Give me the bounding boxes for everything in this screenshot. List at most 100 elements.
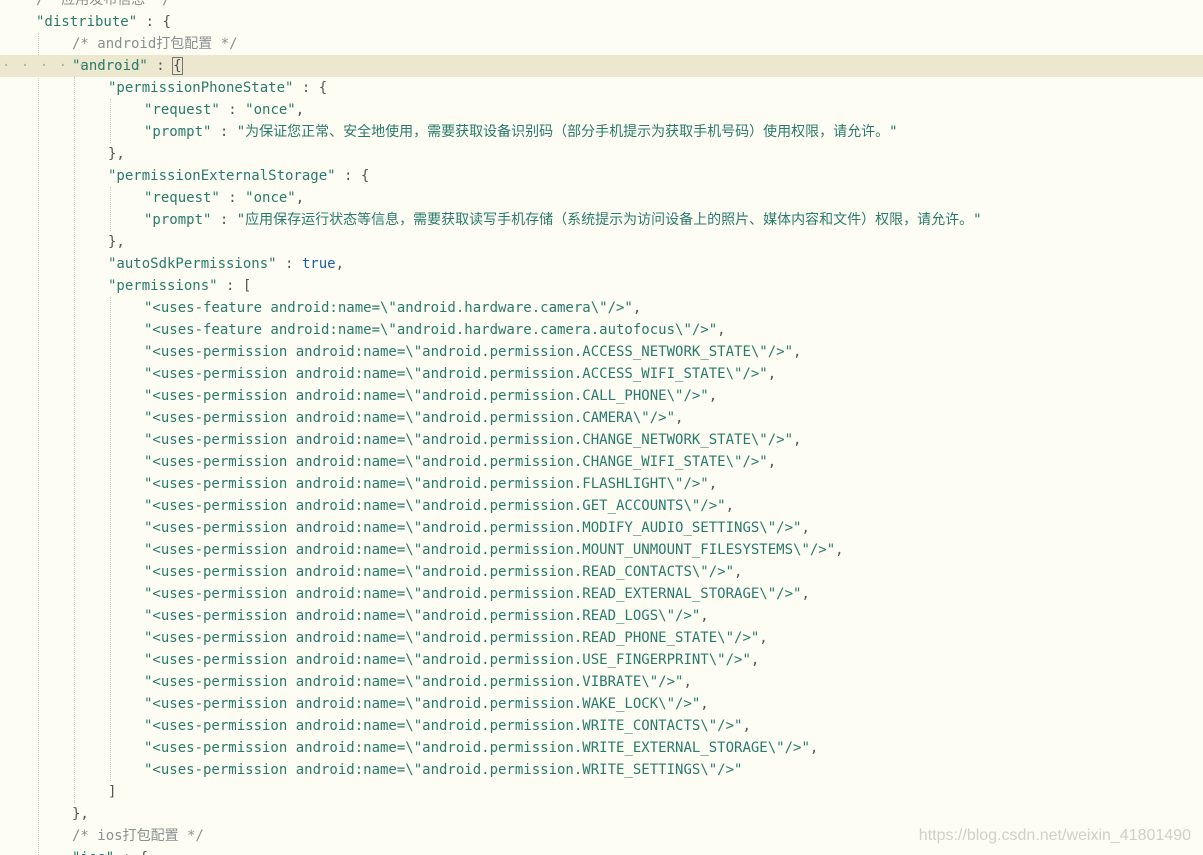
code-line[interactable]: "<uses-permission android:name=\"android…: [0, 473, 1203, 495]
code-punctuation: ,: [734, 564, 743, 580]
line-content: "permissionPhoneState" : {: [108, 77, 327, 99]
code-string: "<uses-permission android:name=\"android…: [144, 498, 726, 514]
line-content: "prompt" : "为保证您正常、安全地使用，需要获取设备识别码（部分手机提…: [144, 121, 898, 143]
code-punctuation: ,: [717, 322, 726, 338]
code-punctuation: },: [108, 146, 125, 162]
line-content: "<uses-permission android:name=\"android…: [144, 671, 692, 693]
line-content: "<uses-feature android:name=\"android.ha…: [144, 319, 726, 341]
code-line[interactable]: "ios" : {: [0, 847, 1203, 855]
code-line[interactable]: "<uses-permission android:name=\"android…: [0, 517, 1203, 539]
line-content: "<uses-feature android:name=\"android.ha…: [144, 297, 641, 319]
code-punctuation: ,: [793, 432, 802, 448]
code-punctuation: : {: [137, 14, 171, 30]
code-punctuation: :: [219, 102, 246, 118]
line-content: /* ios打包配置 */: [72, 825, 204, 847]
code-line[interactable]: "permissions" : [: [0, 275, 1203, 297]
code-punctuation: ,: [767, 366, 777, 382]
line-content: "<uses-permission android:name=\"android…: [144, 429, 801, 451]
code-line[interactable]: "request" : "once",: [0, 99, 1203, 121]
code-line[interactable]: "<uses-permission android:name=\"android…: [0, 407, 1203, 429]
code-line[interactable]: ]: [0, 781, 1203, 803]
code-punctuation: ,: [708, 388, 718, 404]
code-boolean: true: [301, 256, 336, 272]
code-line[interactable]: "<uses-permission android:name=\"android…: [0, 715, 1203, 737]
code-line[interactable]: · · · · · · · · "android" : {: [0, 55, 1203, 77]
code-punctuation: : {: [114, 850, 148, 855]
line-content: "<uses-permission android:name=\"android…: [144, 495, 734, 517]
code-string: "<uses-permission android:name=\"android…: [144, 520, 802, 536]
code-string: "<uses-permission android:name=\"android…: [144, 454, 768, 470]
line-content: "ios" : {: [72, 847, 148, 855]
code-line[interactable]: "<uses-permission android:name=\"android…: [0, 561, 1203, 583]
code-line[interactable]: "<uses-permission android:name=\"android…: [0, 341, 1203, 363]
code-string: "<uses-permission android:name=\"android…: [144, 476, 709, 492]
code-key: "request": [144, 102, 220, 118]
code-string: "<uses-feature android:name=\"android.ha…: [144, 322, 718, 338]
code-string: "<uses-permission android:name=\"android…: [144, 564, 735, 580]
code-line[interactable]: "autoSdkPermissions" : true,: [0, 253, 1203, 275]
code-string: "<uses-permission android:name=\"android…: [144, 630, 760, 646]
code-line[interactable]: "prompt" : "应用保存运行状态等信息，需要获取读写手机存储（系统提示为…: [0, 209, 1203, 231]
code-line[interactable]: "<uses-permission android:name=\"android…: [0, 583, 1203, 605]
line-content: "<uses-permission android:name=\"android…: [144, 627, 768, 649]
code-punctuation: ,: [742, 718, 751, 734]
code-line[interactable]: "prompt" : "为保证您正常、安全地使用，需要获取设备识别码（部分手机提…: [0, 121, 1203, 143]
code-string: "<uses-permission android:name=\"android…: [144, 586, 802, 602]
code-punctuation: :: [276, 256, 302, 272]
code-line[interactable]: "<uses-permission android:name=\"android…: [0, 759, 1203, 781]
code-punctuation: },: [108, 234, 125, 250]
line-content: "distribute" : {: [36, 11, 171, 33]
code-line[interactable]: "<uses-permission android:name=\"android…: [0, 429, 1203, 451]
line-content: "<uses-permission android:name=\"android…: [144, 385, 717, 407]
line-content: "android" : {: [72, 55, 183, 77]
code-line[interactable]: "<uses-permission android:name=\"android…: [0, 627, 1203, 649]
line-content: "<uses-permission android:name=\"android…: [144, 561, 742, 583]
code-line[interactable]: "distribute" : {: [0, 11, 1203, 33]
code-line[interactable]: },: [0, 231, 1203, 253]
code-punctuation: ,: [675, 410, 684, 426]
code-punctuation: ,: [708, 476, 718, 492]
code-line[interactable]: "<uses-feature android:name=\"android.ha…: [0, 319, 1203, 341]
code-line[interactable]: "<uses-feature android:name=\"android.ha…: [0, 297, 1203, 319]
line-content: "<uses-permission android:name=\"android…: [144, 583, 810, 605]
code-key: "ios": [72, 850, 114, 855]
code-line[interactable]: "<uses-permission android:name=\"android…: [0, 539, 1203, 561]
code-string: "<uses-permission android:name=\"android…: [144, 366, 768, 382]
code-line[interactable]: },: [0, 143, 1203, 165]
code-punctuation: ,: [793, 344, 802, 360]
code-key: "android": [72, 58, 148, 74]
code-line[interactable]: "permissionExternalStorage" : {: [0, 165, 1203, 187]
code-punctuation: ,: [835, 542, 844, 558]
code-line[interactable]: "<uses-permission android:name=\"android…: [0, 737, 1203, 759]
code-string: "<uses-permission android:name=\"android…: [144, 608, 701, 624]
line-content: "request" : "once",: [144, 187, 304, 209]
code-key: "prompt": [144, 212, 212, 228]
code-string: "为保证您正常、安全地使用，需要获取设备识别码（部分手机提示为获取手机号码）使用…: [236, 124, 898, 140]
line-content: /* android打包配置 */: [72, 33, 238, 55]
code-line[interactable]: /* android打包配置 */: [0, 33, 1203, 55]
watermark: https://blog.csdn.net/weixin_41801490: [918, 827, 1191, 844]
code-line[interactable]: "<uses-permission android:name=\"android…: [0, 671, 1203, 693]
code-line[interactable]: /* 应用发布信息 */: [0, 0, 1203, 11]
code-line[interactable]: "<uses-permission android:name=\"android…: [0, 385, 1203, 407]
code-comment: /* 应用发布信息 */: [36, 0, 171, 8]
line-content: "<uses-permission android:name=\"android…: [144, 649, 759, 671]
code-line[interactable]: "<uses-permission android:name=\"android…: [0, 605, 1203, 627]
code-line[interactable]: "<uses-permission android:name=\"android…: [0, 363, 1203, 385]
code-key: "permissions": [108, 278, 218, 294]
code-line[interactable]: "<uses-permission android:name=\"android…: [0, 495, 1203, 517]
code-key: "request": [144, 190, 220, 206]
code-line[interactable]: "permissionPhoneState" : {: [0, 77, 1203, 99]
code-line[interactable]: "<uses-permission android:name=\"android…: [0, 451, 1203, 473]
code-line[interactable]: "<uses-permission android:name=\"android…: [0, 649, 1203, 671]
code-punctuation: ,: [295, 102, 305, 118]
code-line[interactable]: "<uses-permission android:name=\"android…: [0, 693, 1203, 715]
code-punctuation: ,: [295, 190, 305, 206]
code-string: "<uses-permission android:name=\"android…: [144, 696, 701, 712]
code-line[interactable]: "request" : "once",: [0, 187, 1203, 209]
line-content: "permissions" : [: [108, 275, 251, 297]
code-line[interactable]: },: [0, 803, 1203, 825]
code-string: "once": [245, 102, 296, 118]
code-editor[interactable]: /* 应用发布信息 */ "distribute" : {/* android打包…: [0, 0, 1203, 855]
line-content: ]: [108, 781, 116, 803]
